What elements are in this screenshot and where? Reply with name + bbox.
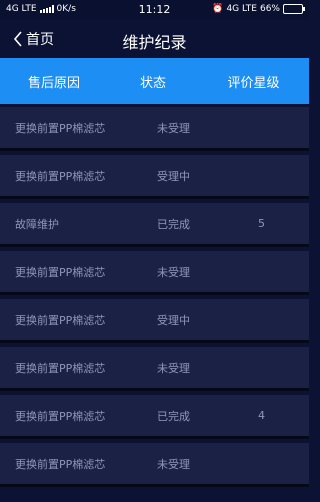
row-reason: 更换前置PP棉滤芯 [15, 313, 106, 327]
row-reason: 更换前置PP棉滤芯 [15, 121, 106, 135]
battery-percent: 66% [259, 4, 280, 14]
table-row[interactable]: 更换前置PP棉滤芯 受理中 [0, 299, 309, 340]
record-list: 更换前置PP棉滤芯 未受理 更换前置PP棉滤芯 受理中 故障维护 已完成 5 更… [0, 107, 309, 491]
alarm-icon: ⏰ [212, 4, 224, 14]
header-rating: 评价星级 [227, 75, 280, 91]
row-reason: 更换前置PP棉滤芯 [15, 361, 106, 375]
row-reason: 更换前置PP棉滤芯 [15, 409, 106, 423]
row-rating: 4 [258, 409, 265, 422]
header-reason: 售后原因 [27, 75, 80, 91]
nav-bar: 首页 维护纪录 [0, 20, 309, 58]
row-reason: 更换前置PP棉滤芯 [15, 265, 106, 279]
row-status: 未受理 [157, 457, 190, 471]
row-status: 已完成 [157, 217, 190, 231]
table-row[interactable]: 更换前置PP棉滤芯 未受理 [0, 251, 309, 292]
back-button[interactable]: 首页 [12, 29, 54, 49]
row-reason: 故障维护 [15, 217, 59, 231]
row-reason: 更换前置PP棉滤芯 [15, 169, 106, 183]
back-label: 首页 [26, 32, 54, 48]
table-row[interactable]: 更换前置PP棉滤芯 已完成 4 [0, 395, 309, 436]
row-status: 未受理 [157, 121, 190, 135]
status-bar: 4G LTE 0K/s 11:12 ⏰ 4G LTE 66% [0, 0, 309, 20]
table-row[interactable]: 更换前置PP棉滤芯 未受理 [0, 347, 309, 388]
row-reason: 更换前置PP棉滤芯 [15, 457, 106, 471]
row-status: 受理中 [157, 169, 190, 183]
table-row[interactable]: 更换前置PP棉滤芯 未受理 [0, 443, 309, 484]
right-network-label: 4G LTE [226, 4, 257, 14]
row-rating: 5 [258, 217, 265, 230]
status-right: ⏰ 4G LTE 66% [212, 4, 305, 14]
row-status: 未受理 [157, 361, 190, 375]
chevron-left-icon [13, 31, 22, 47]
row-status: 未受理 [157, 265, 190, 279]
row-status: 受理中 [157, 313, 190, 327]
table-header: 售后原因 状态 评价星级 [0, 58, 309, 104]
battery-icon [283, 4, 305, 14]
header-status: 状态 [139, 75, 166, 91]
table-row[interactable]: 更换前置PP棉滤芯 受理中 [0, 155, 309, 196]
table-row[interactable]: 故障维护 已完成 5 [0, 203, 309, 244]
table-row[interactable]: 更换前置PP棉滤芯 未受理 [0, 107, 309, 148]
row-status: 已完成 [157, 409, 190, 423]
